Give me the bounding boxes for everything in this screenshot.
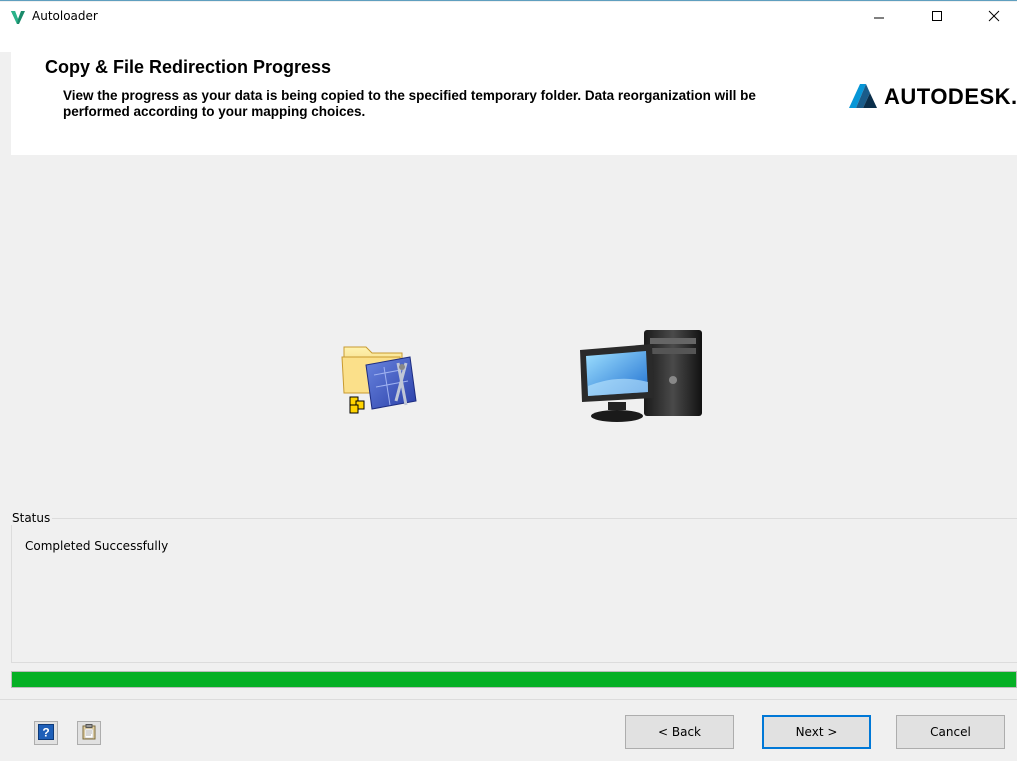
- close-button[interactable]: [971, 2, 1017, 32]
- desktop-computer-icon: [578, 326, 706, 428]
- autodesk-wordmark: AUTODESK.: [884, 84, 1017, 109]
- progress-bar: [11, 671, 1017, 688]
- report-button[interactable]: [77, 721, 101, 745]
- autoloader-window: Autoloader Copy & File Redirection Progr…: [0, 0, 1017, 761]
- header-top-area: [0, 32, 1017, 52]
- maximize-icon: [931, 10, 943, 25]
- wizard-header: Copy & File Redirection Progress View th…: [11, 52, 1017, 155]
- status-legend: Status: [10, 511, 53, 525]
- help-button[interactable]: ?: [34, 721, 58, 745]
- autodesk-logo: AUTODESK.: [849, 82, 1017, 112]
- maximize-button[interactable]: [914, 2, 960, 32]
- next-button[interactable]: Next >: [762, 715, 871, 749]
- footer-divider: [0, 699, 1017, 700]
- autodesk-vault-v-icon: [10, 9, 26, 25]
- clipboard-icon: [82, 723, 96, 743]
- minimize-icon: [873, 10, 885, 25]
- window-title: Autoloader: [32, 9, 98, 23]
- autodesk-a-logo-icon: [849, 83, 877, 111]
- progress-fill: [12, 672, 1016, 687]
- title-bar[interactable]: Autoloader: [0, 2, 1017, 32]
- status-text: Completed Successfully: [25, 539, 169, 553]
- page-description: View the progress as your data is being …: [63, 88, 756, 119]
- svg-text:?: ?: [42, 725, 49, 739]
- page-title: Copy & File Redirection Progress: [45, 57, 332, 77]
- back-button[interactable]: < Back: [625, 715, 734, 749]
- help-icon: ?: [38, 723, 54, 743]
- minimize-button[interactable]: [856, 2, 902, 32]
- close-icon: [988, 10, 1000, 25]
- folder-with-drawings-icon: [340, 335, 420, 417]
- cancel-button[interactable]: Cancel: [896, 715, 1005, 749]
